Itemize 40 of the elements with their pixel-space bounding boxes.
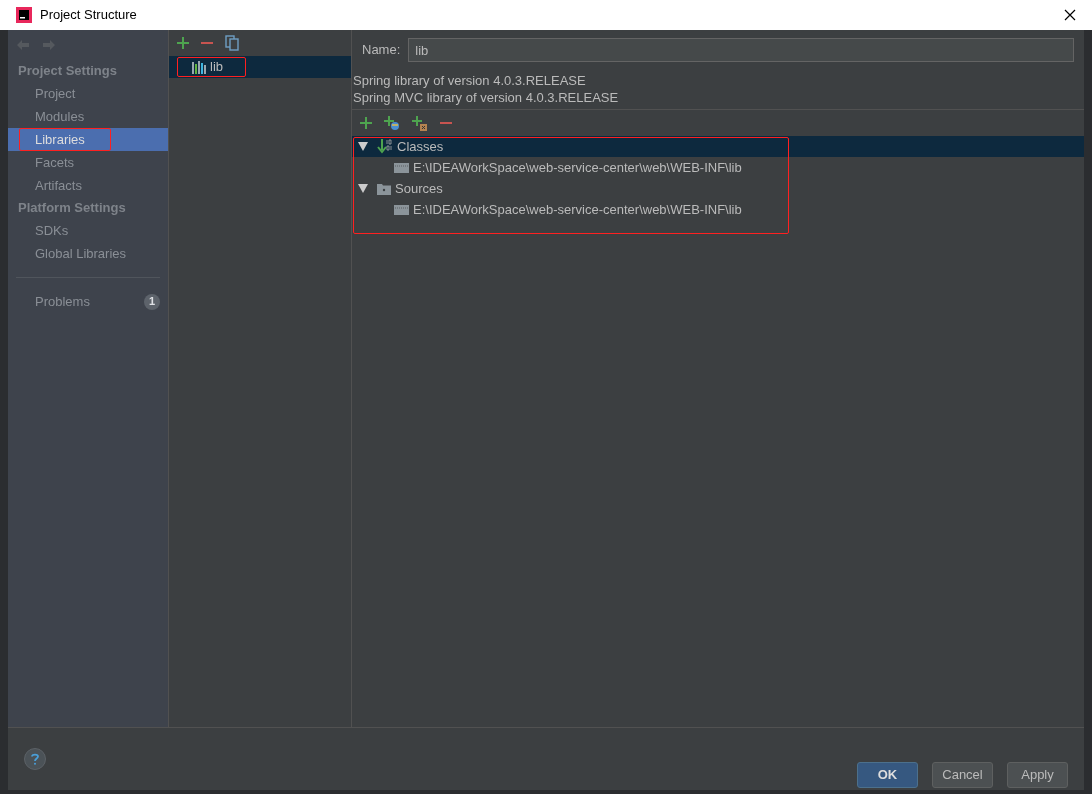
library-description: Spring library of version 4.0.3.RELEASE (352, 72, 587, 89)
jar-folder-icon (394, 204, 409, 215)
folder-icon (377, 182, 391, 195)
help-button[interactable] (24, 748, 46, 770)
section-heading: Platform Settings (17, 199, 127, 217)
tree-row[interactable]: E:\IDEAWorkSpace\web-service-center\web\WEB-INF\lib (352, 157, 1084, 178)
close-icon[interactable] (1064, 9, 1076, 21)
app-logo-icon (16, 7, 32, 23)
library-description: Spring MVC library of version 4.0.3.RELEASE (352, 89, 620, 106)
jar-folder-icon (394, 162, 409, 173)
expanded-triangle-icon[interactable] (358, 142, 368, 151)
add-globe-icon[interactable] (384, 115, 400, 131)
dialog-button[interactable]: Cancel (932, 762, 993, 788)
dialog-button[interactable]: OK (857, 762, 918, 788)
sidebar-item[interactable]: Global Libraries (8, 242, 168, 265)
question-mark-icon (31, 753, 39, 765)
section-heading: Project Settings (17, 62, 118, 80)
copy-icon[interactable] (225, 35, 239, 51)
classes-icon (377, 138, 393, 155)
add-jar-icon[interactable] (412, 115, 428, 131)
problems-count-badge: 1 (144, 293, 160, 310)
sidebar-item[interactable]: Libraries (8, 128, 168, 151)
add-icon[interactable] (177, 37, 189, 49)
sidebar-item[interactable]: SDKs (8, 219, 168, 242)
sidebar-item[interactable]: Modules (8, 105, 168, 128)
name-field[interactable]: lib (408, 38, 1074, 62)
tree-row[interactable]: Classes (352, 136, 1084, 157)
sidebar-item[interactable]: Project (8, 82, 168, 105)
tree-row[interactable]: Sources (352, 178, 1084, 199)
expanded-triangle-icon[interactable] (358, 184, 368, 193)
sidebar-item[interactable]: Artifacts (8, 174, 168, 197)
name-label: Name: (362, 41, 401, 60)
tree-row[interactable]: E:\IDEAWorkSpace\web-service-center\web\WEB-INF\lib (352, 199, 1084, 220)
problems-item[interactable]: Problems (35, 291, 144, 312)
library-icon (192, 60, 206, 74)
sidebar-item[interactable]: Facets (8, 151, 168, 174)
add-icon[interactable] (360, 117, 372, 129)
window-title: Project Structure (40, 6, 137, 25)
dialog-button[interactable]: Apply (1007, 762, 1068, 788)
library-item[interactable]: lib (177, 57, 246, 77)
